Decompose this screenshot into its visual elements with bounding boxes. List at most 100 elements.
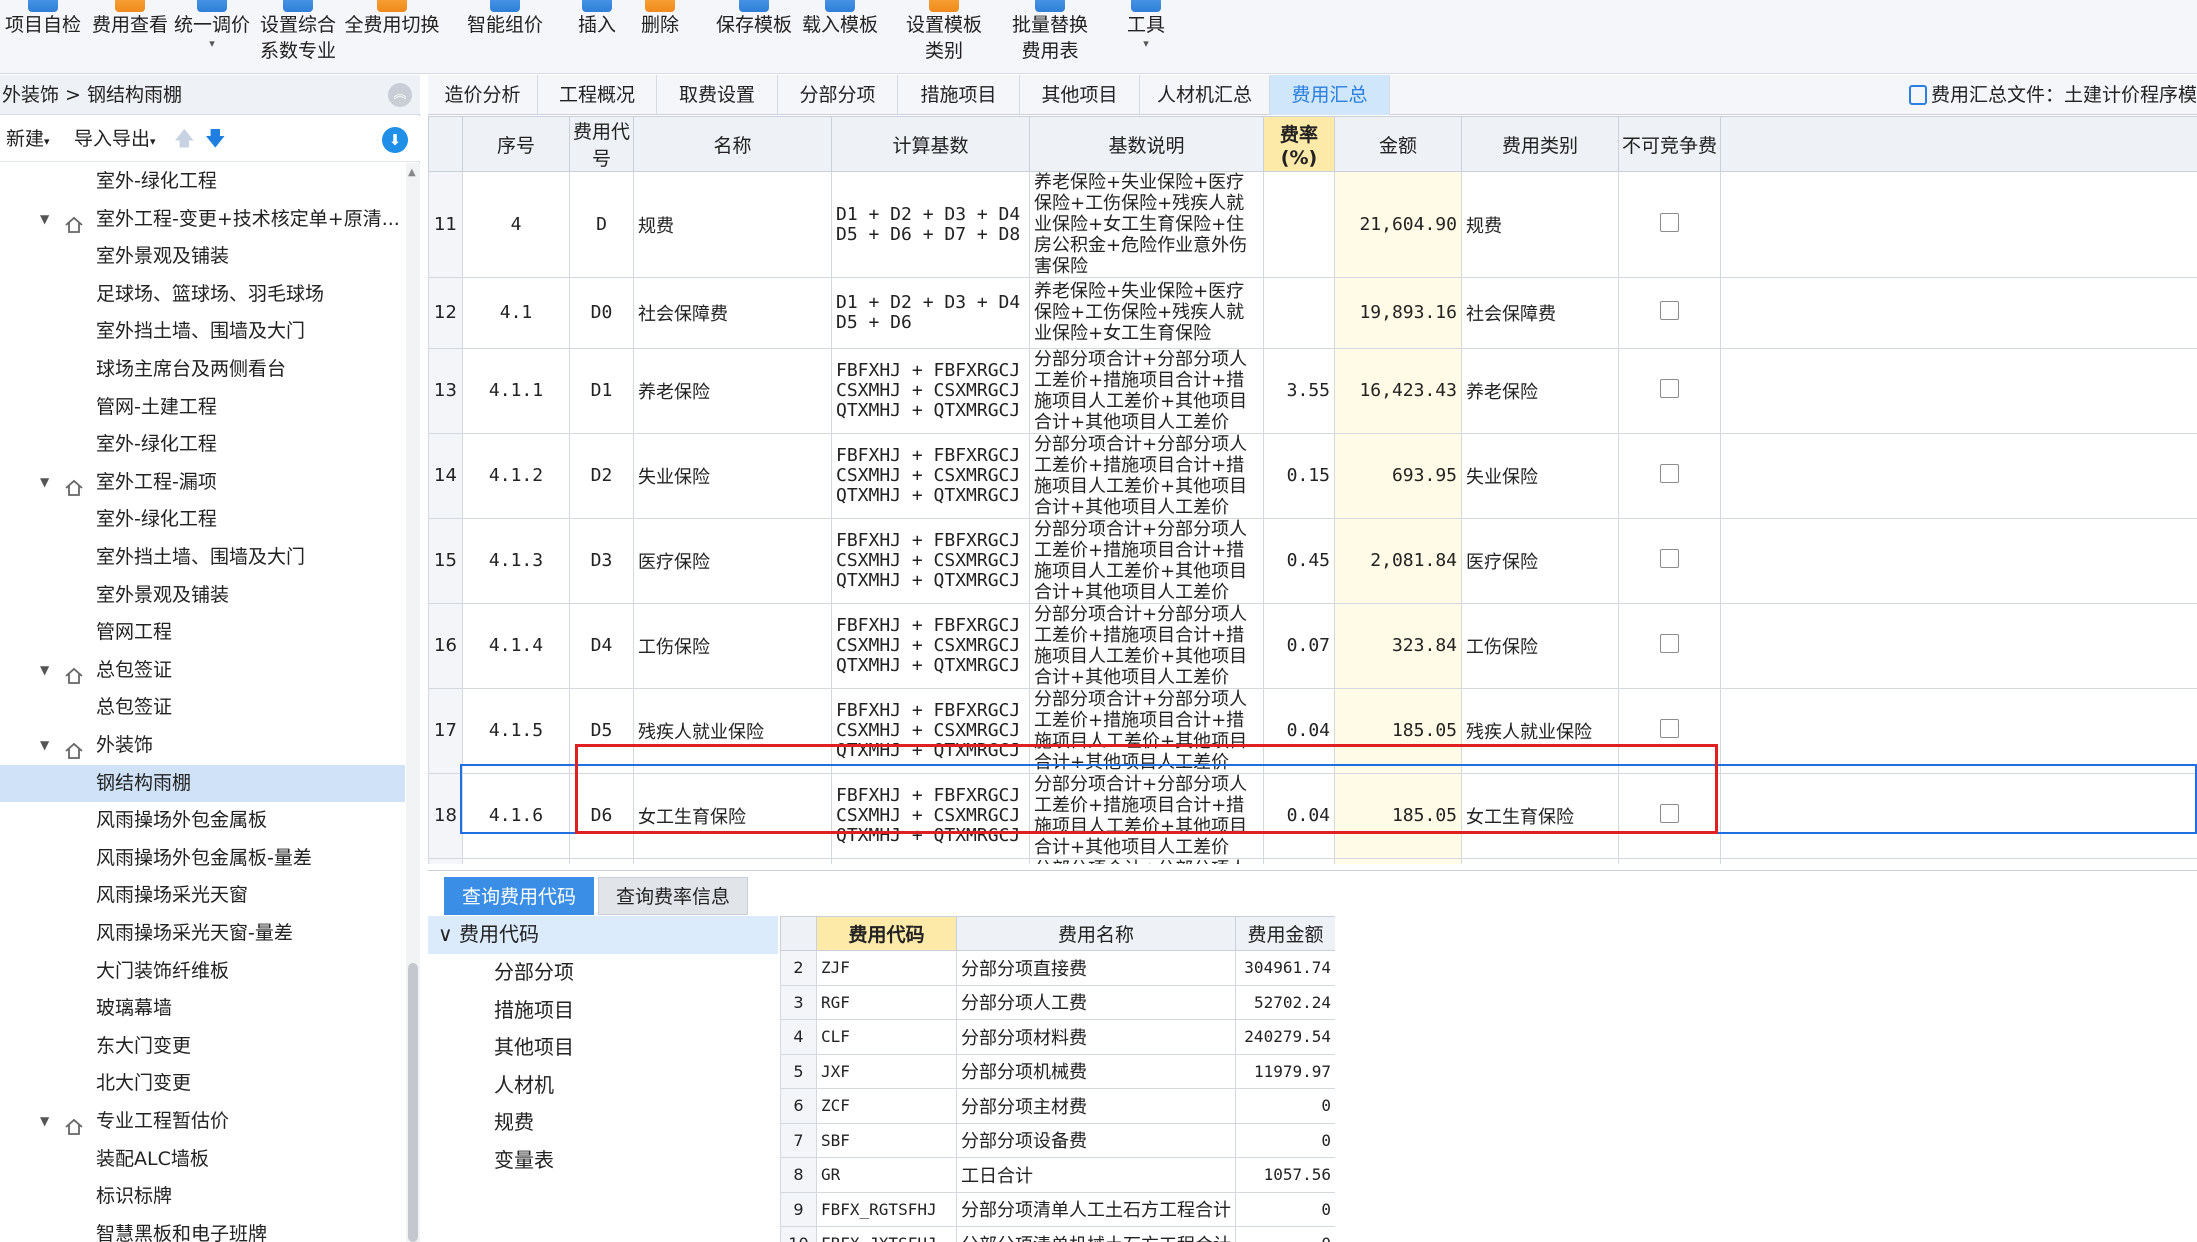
calc-base-cell[interactable]: D1 + D2 + D3 + D4 + D5 + D6 + D7 + D8: [831, 171, 1030, 278]
category-cell[interactable]: 养老保险: [1461, 347, 1619, 434]
fee-code-cell[interactable]: D1: [569, 347, 634, 434]
row-number[interactable]: 15: [428, 517, 463, 604]
code-row[interactable]: 9 FBFX_RGTSFHJ 分部分项清单人工土石方工程合计 0: [780, 1191, 1335, 1227]
calc-base-cell[interactable]: D1 + D2 + D3 + D4 + D5 + D6: [831, 277, 1030, 349]
tree-item[interactable]: 球场主席台及两侧看台: [0, 351, 405, 389]
fee-code-cell[interactable]: D3: [569, 517, 634, 604]
tree-item[interactable]: 室外-绿化工程: [0, 163, 405, 201]
category-cell[interactable]: 失业保险: [1461, 432, 1619, 519]
column-header[interactable]: 序号: [462, 116, 570, 172]
tree-item[interactable]: 风雨操场外包金属板-量差: [0, 840, 405, 878]
tree-item[interactable]: ▼ 室外工程-漏项: [0, 464, 405, 502]
tree-item[interactable]: 钢结构雨棚: [0, 764, 405, 803]
column-header[interactable]: 金额: [1334, 116, 1462, 172]
unified-price-button[interactable]: 统一调价 ▾: [172, 0, 252, 74]
column-header[interactable]: 计算基数: [831, 116, 1030, 172]
bottom-tab[interactable]: 查询费率信息: [598, 877, 748, 915]
code-tree-item[interactable]: 措施项目: [494, 992, 574, 1030]
tab-费用汇总[interactable]: 费用汇总: [1270, 75, 1390, 115]
column-header[interactable]: [428, 116, 463, 172]
code-row[interactable]: 6 ZCF 分部分项主材费 0: [780, 1088, 1335, 1124]
project-check-button[interactable]: 项目自检: [0, 0, 86, 74]
tree-item[interactable]: 室外挡土墙、围墙及大门: [0, 539, 405, 577]
tab-取费设置[interactable]: 取费设置: [657, 75, 778, 115]
tree-item[interactable]: 室外-绿化工程: [0, 501, 405, 539]
fee-name-cell[interactable]: 失业保险: [633, 432, 832, 519]
code-cell[interactable]: FBFX_JXTSFHJ: [816, 1226, 957, 1242]
column-header[interactable]: 费用代号: [569, 116, 634, 172]
code-tree-item[interactable]: 分部分项: [494, 954, 574, 992]
base-desc-cell[interactable]: 养老保险+失业保险+医疗保险+工伤保险+残疾人就业保险+女工生育保险+住房公积金…: [1029, 171, 1264, 278]
tab-工程概况[interactable]: 工程概况: [538, 75, 657, 115]
code-cell[interactable]: FBFX_RGTSFHJ: [816, 1191, 957, 1227]
fee-code-cell[interactable]: D0: [569, 277, 634, 349]
code-name-cell[interactable]: 分部分项清单人工土石方工程合计: [956, 1191, 1236, 1227]
code-tree-item[interactable]: 规费: [494, 1104, 534, 1142]
calc-base-cell[interactable]: FBFXHJ + FBFXRGCJ + CSXMHJ + CSXMRGCJ + …: [831, 857, 1030, 864]
code-name-cell[interactable]: 分部分项机械费: [956, 1053, 1236, 1089]
batch-replace-button[interactable]: 批量替换 费用表: [1008, 0, 1092, 74]
category-cell[interactable]: 住房公积金: [1461, 857, 1619, 864]
column-header[interactable]: [1720, 116, 2197, 172]
tree-item[interactable]: 室外-绿化工程: [0, 426, 405, 464]
non-competitive-checkbox[interactable]: [1660, 803, 1679, 823]
expand-down-icon[interactable]: ⬇: [382, 127, 408, 153]
row-number[interactable]: 16: [428, 602, 463, 689]
collapse-toggle-icon[interactable]: ▼: [40, 464, 49, 502]
fee-name-cell[interactable]: 女工生育保险: [633, 772, 832, 859]
calc-base-cell[interactable]: FBFXHJ + FBFXRGCJ + CSXMHJ + CSXMRGCJ + …: [831, 772, 1030, 859]
tree-item[interactable]: 北大门变更: [0, 1065, 405, 1103]
tab-分部分项[interactable]: 分部分项: [778, 75, 898, 115]
collapse-toggle-icon[interactable]: ▼: [40, 1103, 49, 1141]
collapse-toggle-icon[interactable]: ▼: [40, 727, 49, 765]
code-column-header[interactable]: 费用名称: [956, 916, 1236, 951]
code-name-cell[interactable]: 分部分项材料费: [956, 1019, 1236, 1055]
code-name-cell[interactable]: 分部分项清单机械土石方工程合计: [956, 1226, 1236, 1242]
tree-item[interactable]: 风雨操场外包金属板: [0, 802, 405, 840]
base-desc-cell[interactable]: 分部分项合计+分部分项人工差价+措施项目合计+措施项目人工差价+其他项目合计+其…: [1029, 857, 1264, 864]
set-coef-button[interactable]: 设置综合 系数专业: [256, 0, 340, 74]
code-row[interactable]: 2 ZJF 分部分项直接费 304961.74: [780, 950, 1335, 986]
code-name-cell[interactable]: 分部分项直接费: [956, 950, 1236, 986]
row-number[interactable]: 14: [428, 432, 463, 519]
tree-item[interactable]: ▼ 室外工程-变更+技术核定单+原清...: [0, 201, 405, 239]
non-competitive-checkbox[interactable]: [1660, 718, 1679, 738]
code-cell[interactable]: JXF: [816, 1053, 957, 1089]
calc-base-cell[interactable]: FBFXHJ + FBFXRGCJ + CSXMHJ + CSXMRGCJ + …: [831, 602, 1030, 689]
code-tree-item[interactable]: 人材机: [494, 1067, 554, 1105]
tree-item[interactable]: 室外景观及铺装: [0, 238, 405, 276]
code-row[interactable]: 3 RGF 分部分项人工费 52702.24: [780, 984, 1335, 1020]
non-competitive-checkbox[interactable]: [1660, 633, 1679, 653]
table-row[interactable]: 144.1.2D2失业保险FBFXHJ + FBFXRGCJ + CSXMHJ …: [428, 432, 2197, 519]
fee-view-button[interactable]: 费用查看: [90, 0, 170, 74]
column-header[interactable]: 费用类别: [1461, 116, 1619, 172]
code-row[interactable]: 7 SBF 分部分项设备费 0: [780, 1122, 1335, 1158]
non-competitive-checkbox[interactable]: [1660, 300, 1679, 320]
rate-cell[interactable]: 0.04: [1263, 772, 1335, 859]
rate-cell[interactable]: 0.15: [1263, 432, 1335, 519]
tree-item[interactable]: 标识标牌: [0, 1178, 405, 1216]
seq-cell[interactable]: 4.2: [462, 857, 570, 864]
collapse-toggle-icon[interactable]: ∨: [438, 922, 459, 946]
seq-cell[interactable]: 4.1.1: [462, 347, 570, 434]
move-down-icon[interactable]: 🡇: [205, 128, 226, 148]
code-row[interactable]: 5 JXF 分部分项机械费 11979.97: [780, 1053, 1335, 1089]
tree-item[interactable]: 总包签证: [0, 689, 405, 727]
category-cell[interactable]: 规费: [1461, 171, 1619, 278]
seq-cell[interactable]: 4: [462, 171, 570, 278]
rate-cell[interactable]: [1263, 277, 1335, 349]
rate-cell[interactable]: 0.07: [1263, 602, 1335, 689]
row-number[interactable]: 17: [428, 687, 463, 774]
column-header[interactable]: 不可竞争费: [1618, 116, 1721, 172]
tree-item[interactable]: 足球场、篮球场、羽毛球场: [0, 276, 405, 314]
tree-item[interactable]: ▼ 外装饰: [0, 727, 405, 765]
tree-item[interactable]: 东大门变更: [0, 1028, 405, 1066]
table-row[interactable]: 134.1.1D1养老保险FBFXHJ + FBFXRGCJ + CSXMHJ …: [428, 347, 2197, 434]
code-cell[interactable]: ZCF: [816, 1088, 957, 1124]
calc-base-cell[interactable]: FBFXHJ + FBFXRGCJ + CSXMHJ + CSXMRGCJ + …: [831, 687, 1030, 774]
category-cell[interactable]: 女工生育保险: [1461, 772, 1619, 859]
base-desc-cell[interactable]: 分部分项合计+分部分项人工差价+措施项目合计+措施项目人工差价+其他项目合计+其…: [1029, 772, 1264, 859]
fee-name-cell[interactable]: 规费: [633, 171, 832, 278]
table-row[interactable]: 114D规费D1 + D2 + D3 + D4 + D5 + D6 + D7 +…: [428, 171, 2197, 278]
code-cell[interactable]: GR: [816, 1157, 957, 1193]
